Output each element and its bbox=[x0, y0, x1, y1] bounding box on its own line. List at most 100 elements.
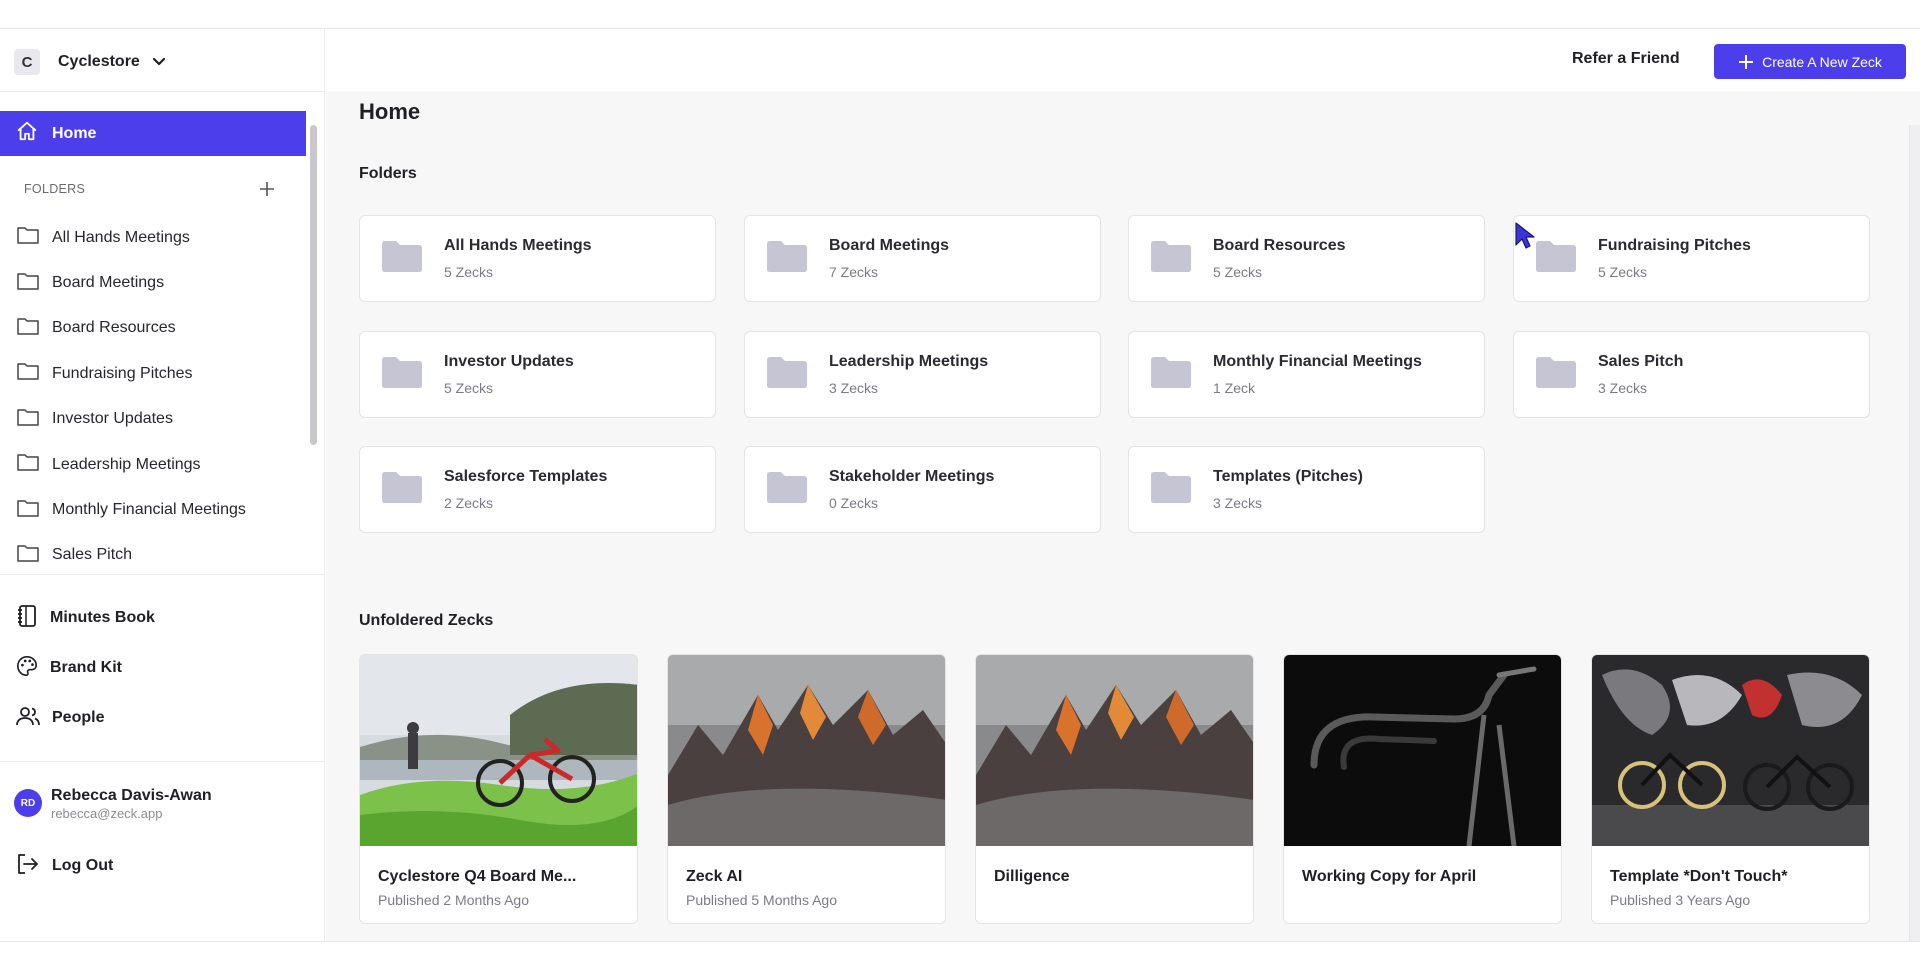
sidebar-folder-label: Leadership Meetings bbox=[52, 455, 201, 473]
sidebar-scroll-thumb[interactable] bbox=[310, 125, 317, 445]
sidebar: C Cyclestore Home FOLDERS All Hands Meet… bbox=[0, 29, 325, 941]
nav-home[interactable]: Home bbox=[0, 111, 306, 156]
folder-card-name: Board Meetings bbox=[829, 237, 950, 254]
app: C Cyclestore Home FOLDERS All Hands Meet… bbox=[0, 29, 1920, 941]
main-content: Refer a Friend Create A New Zeck Home Fo… bbox=[326, 29, 1920, 941]
workspace-switcher[interactable]: C Cyclestore bbox=[14, 48, 166, 76]
sidebar-folder-item[interactable]: Board Meetings bbox=[0, 260, 306, 305]
zeck-card[interactable]: Zeck AI Published 5 Months Ago bbox=[667, 654, 946, 924]
zeck-card[interactable]: Cyclestore Q4 Board Me... Published 2 Mo… bbox=[359, 654, 638, 924]
folder-icon bbox=[767, 240, 807, 277]
folder-card[interactable]: Sales Pitch 3 Zecks bbox=[1513, 331, 1870, 418]
folder-card[interactable]: Templates (Pitches) 3 Zecks bbox=[1128, 446, 1485, 533]
workspace-badge: C bbox=[14, 49, 40, 75]
sidebar-folder-item[interactable]: Investor Updates bbox=[0, 397, 306, 442]
folder-card-count: 3 Zecks bbox=[1598, 380, 1648, 396]
folder-card[interactable]: Board Meetings 7 Zecks bbox=[744, 215, 1101, 302]
sidebar-folder-item[interactable]: Sales Pitch bbox=[0, 533, 306, 578]
folder-card-name: Leadership Meetings bbox=[829, 353, 989, 370]
sidebar-folder-item[interactable]: Board Resources bbox=[0, 306, 306, 351]
logout-button[interactable]: Log Out bbox=[16, 853, 113, 879]
folder-icon bbox=[1151, 356, 1191, 393]
folder-card-count: 5 Zecks bbox=[444, 264, 494, 280]
folder-card[interactable]: Salesforce Templates 2 Zecks bbox=[359, 446, 716, 533]
refer-friend-link[interactable]: Refer a Friend bbox=[1572, 50, 1680, 68]
logout-label: Log Out bbox=[52, 857, 114, 874]
nav-minutes-book-label: Minutes Book bbox=[50, 609, 155, 626]
folder-icon bbox=[382, 356, 422, 393]
nav-brand-kit[interactable]: Brand Kit bbox=[16, 655, 122, 681]
zeck-thumbnail-bike-lake bbox=[360, 655, 637, 846]
folder-card-name: Fundraising Pitches bbox=[1598, 237, 1751, 254]
folder-card[interactable]: Stakeholder Meetings 0 Zecks bbox=[744, 446, 1101, 533]
nav-home-label: Home bbox=[52, 124, 97, 142]
folders-section-title: Folders bbox=[359, 165, 417, 182]
folder-card[interactable]: Investor Updates 5 Zecks bbox=[359, 331, 716, 418]
folder-card-count: 1 Zeck bbox=[1213, 380, 1256, 396]
nav-people-label: People bbox=[52, 709, 105, 726]
zeck-card-title: Cyclestore Q4 Board Me... bbox=[378, 868, 577, 885]
zeck-card-title: Zeck AI bbox=[686, 868, 743, 885]
folder-icon bbox=[1151, 471, 1191, 508]
sidebar-folder-item[interactable]: Fundraising Pitches bbox=[0, 351, 306, 396]
folder-card[interactable]: Board Resources 5 Zecks bbox=[1128, 215, 1485, 302]
home-icon bbox=[16, 120, 38, 147]
sidebar-divider bbox=[0, 574, 325, 575]
nav-minutes-book[interactable]: Minutes Book bbox=[16, 604, 155, 633]
folder-outline-icon bbox=[16, 452, 40, 477]
zeck-card[interactable]: Template *Don't Touch* Published 3 Years… bbox=[1591, 654, 1870, 924]
sidebar-folder-label: Board Meetings bbox=[52, 274, 165, 292]
folder-card-count: 5 Zecks bbox=[1213, 264, 1263, 280]
nav-brand-kit-label: Brand Kit bbox=[50, 659, 122, 676]
create-zeck-label: Create A New Zeck bbox=[1762, 53, 1882, 70]
sidebar-folder-label: All Hands Meetings bbox=[52, 228, 190, 246]
folder-icon bbox=[382, 471, 422, 508]
zeck-card-subtitle: Published 3 Years Ago bbox=[1610, 892, 1751, 908]
folder-icon bbox=[1151, 240, 1191, 277]
nav-people[interactable]: People bbox=[16, 705, 104, 731]
main-scrollbar[interactable] bbox=[1909, 125, 1920, 941]
folder-card-count: 5 Zecks bbox=[1598, 264, 1648, 280]
folder-card-count: 0 Zecks bbox=[829, 495, 879, 511]
notebook-icon bbox=[16, 604, 38, 633]
folders-header: FOLDERS bbox=[24, 179, 278, 199]
folder-outline-icon bbox=[16, 543, 40, 568]
folder-card[interactable]: Fundraising Pitches 5 Zecks bbox=[1513, 215, 1870, 302]
zeck-thumbnail-mountains bbox=[668, 655, 945, 846]
folder-icon bbox=[382, 240, 422, 277]
folder-card-name: Templates (Pitches) bbox=[1213, 468, 1363, 485]
zeck-card-title: Working Copy for April bbox=[1302, 868, 1477, 885]
zeck-thumbnail-mountains bbox=[976, 655, 1253, 846]
add-folder-button[interactable] bbox=[256, 178, 278, 200]
sidebar-folder-item[interactable]: Leadership Meetings bbox=[0, 442, 306, 487]
folder-card-count: 5 Zecks bbox=[444, 380, 494, 396]
sidebar-scrollbar[interactable] bbox=[306, 95, 320, 603]
folders-label: FOLDERS bbox=[24, 182, 86, 196]
sidebar-folder-item[interactable]: Monthly Financial Meetings bbox=[0, 487, 306, 532]
folder-outline-icon bbox=[16, 498, 40, 523]
folder-icon bbox=[1536, 356, 1576, 393]
logout-icon bbox=[16, 853, 40, 880]
sidebar-folder-label: Monthly Financial Meetings bbox=[52, 501, 246, 519]
page-title: Home bbox=[359, 99, 421, 124]
create-zeck-button[interactable]: Create A New Zeck bbox=[1714, 44, 1906, 79]
folder-card[interactable]: All Hands Meetings 5 Zecks bbox=[359, 215, 716, 302]
folder-card[interactable]: Leadership Meetings 3 Zecks bbox=[744, 331, 1101, 418]
zeck-card[interactable]: Dilligence bbox=[975, 654, 1254, 924]
browser-top-strip bbox=[0, 0, 1920, 29]
folder-card[interactable]: Monthly Financial Meetings 1 Zeck bbox=[1128, 331, 1485, 418]
zeck-card-title: Dilligence bbox=[994, 868, 1070, 885]
folder-card-name: Salesforce Templates bbox=[444, 468, 608, 485]
plus-icon bbox=[1739, 54, 1754, 69]
zeck-card-subtitle: Published 2 Months Ago bbox=[378, 892, 529, 908]
folder-outline-icon bbox=[16, 361, 40, 386]
sidebar-folder-label: Investor Updates bbox=[52, 410, 173, 428]
zeck-card[interactable]: Working Copy for April bbox=[1283, 654, 1562, 924]
sidebar-folder-item[interactable]: All Hands Meetings bbox=[0, 215, 306, 260]
folder-outline-icon bbox=[16, 316, 40, 341]
folder-icon bbox=[767, 356, 807, 393]
folder-card-name: All Hands Meetings bbox=[444, 237, 592, 254]
user-profile[interactable]: RD Rebecca Davis-Awan rebecca@zeck.app bbox=[14, 787, 212, 821]
folder-card-name: Investor Updates bbox=[444, 353, 574, 370]
user-name: Rebecca Davis-Awan bbox=[51, 787, 212, 804]
